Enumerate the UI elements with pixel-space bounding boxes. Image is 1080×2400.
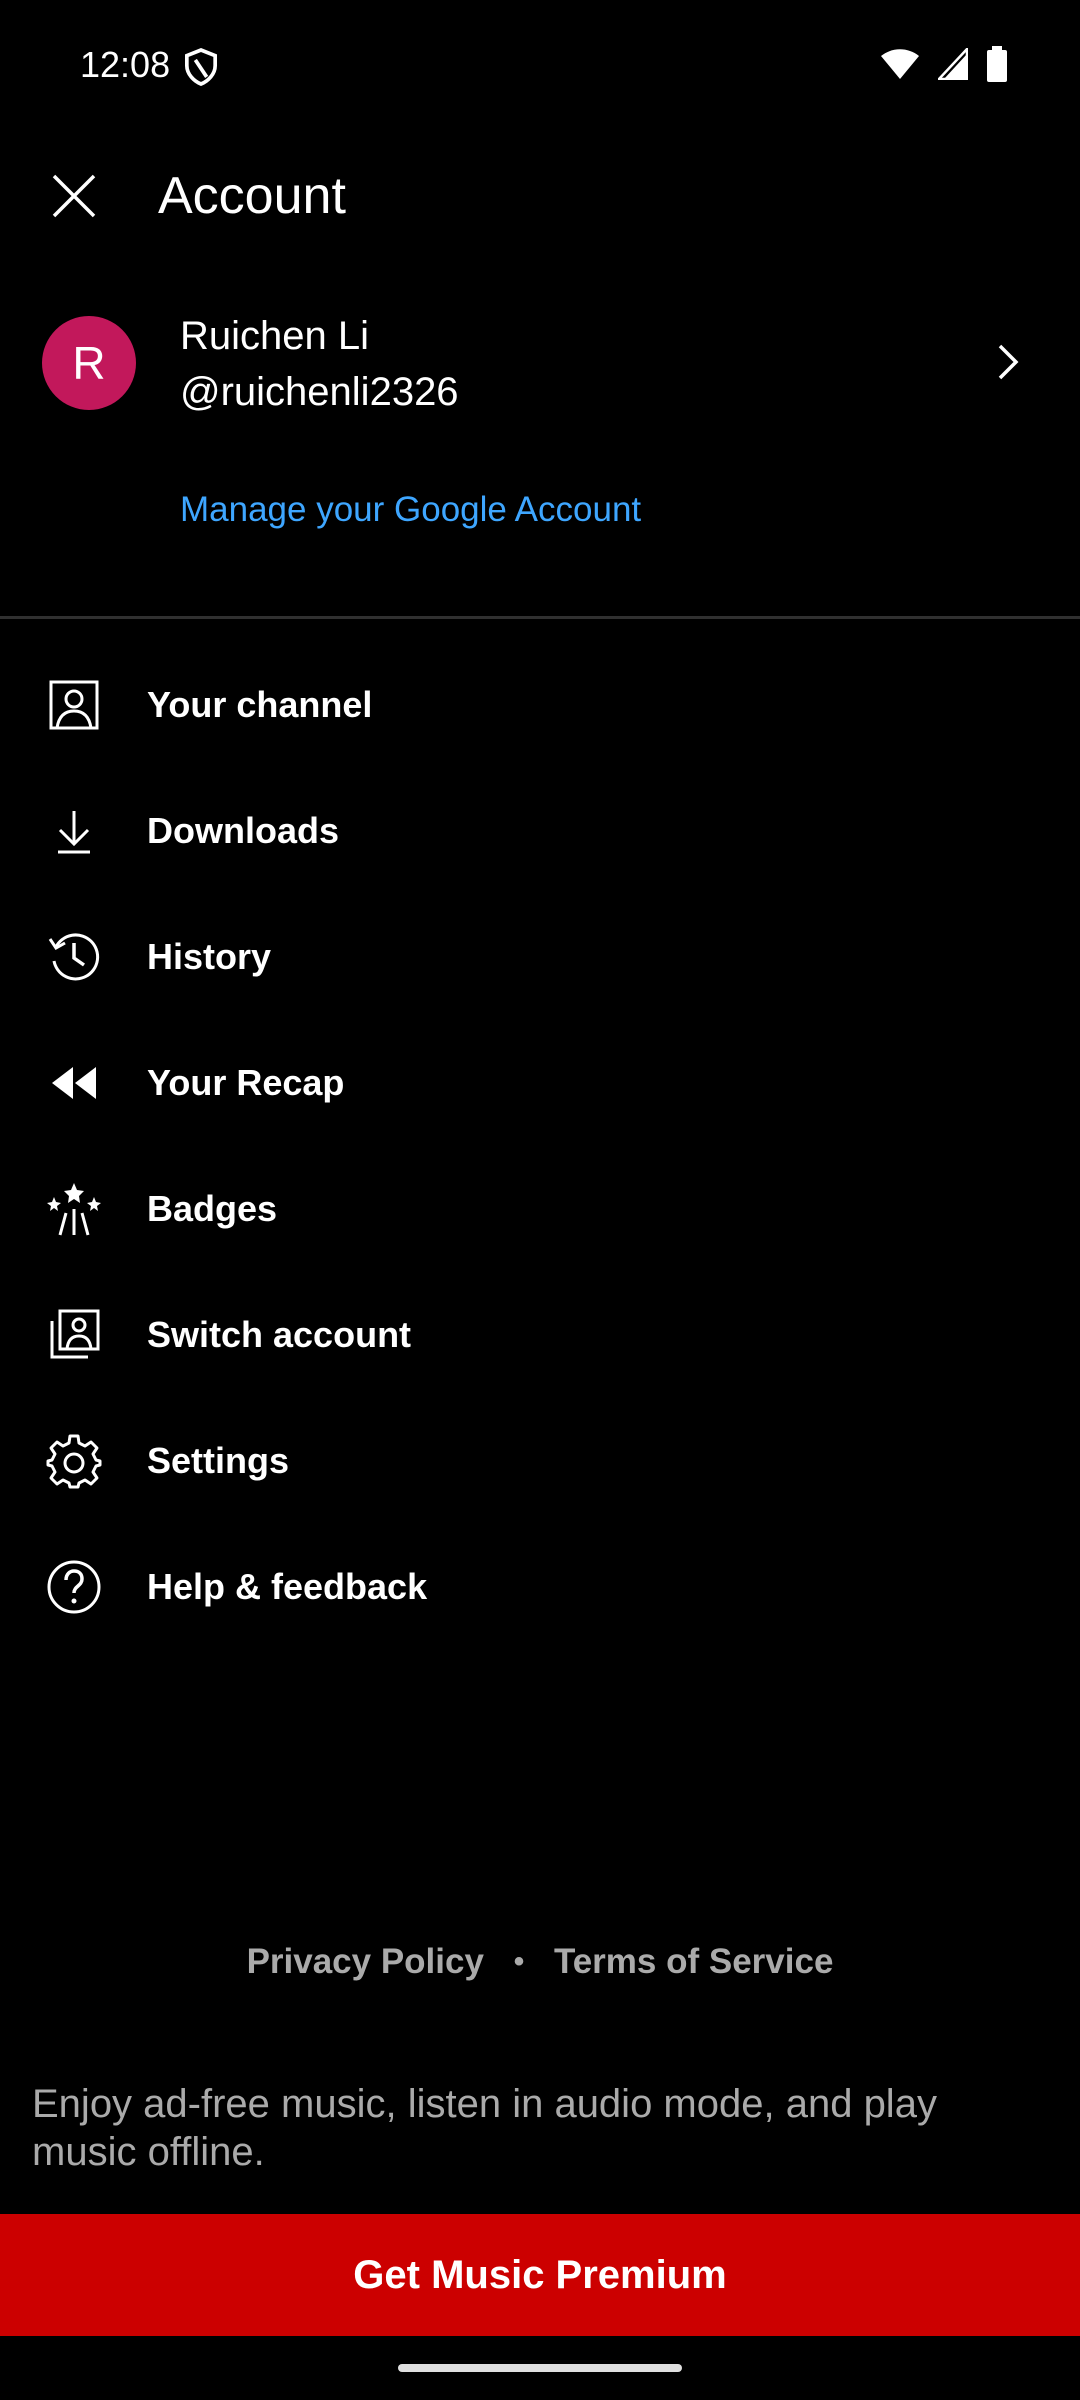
switch-account-icon — [44, 1305, 104, 1365]
terms-of-service-link[interactable]: Terms of Service — [554, 1938, 834, 1986]
premium-promo-text: Enjoy ad-free music, listen in audio mod… — [32, 2082, 937, 2174]
menu-item-settings[interactable]: Settings — [0, 1398, 1080, 1524]
menu-item-label: Help & feedback — [147, 1566, 428, 1607]
gear-icon — [44, 1431, 104, 1491]
account-menu: Your channel Downloads History Your Reca… — [0, 642, 1080, 1650]
divider — [0, 616, 1080, 619]
chevron-right-icon[interactable] — [990, 340, 1024, 384]
history-icon — [44, 927, 104, 987]
status-time: 12:08 — [80, 44, 171, 85]
footer-separator: • — [513, 1944, 525, 1978]
page-title: Account — [158, 167, 346, 225]
signal-icon — [938, 48, 968, 80]
profile-handle: @ruichenli2326 — [180, 370, 459, 414]
manage-google-account-link[interactable]: Manage your Google Account — [180, 486, 641, 534]
menu-item-label: Switch account — [147, 1314, 412, 1355]
close-button[interactable] — [44, 166, 104, 226]
privacy-policy-link[interactable]: Privacy Policy — [247, 1938, 484, 1986]
profile-row[interactable] — [0, 300, 1080, 430]
download-icon — [44, 801, 104, 861]
wifi-icon — [881, 49, 919, 79]
help-icon — [44, 1557, 104, 1617]
menu-item-label: Your Recap — [147, 1062, 345, 1103]
menu-item-badges[interactable]: Badges — [0, 1146, 1080, 1272]
person-icon — [44, 675, 104, 735]
profile-name: Ruichen Li — [180, 314, 370, 358]
menu-item-label: History — [147, 936, 272, 977]
shield-icon — [184, 48, 218, 86]
menu-item-label: Badges — [147, 1188, 278, 1229]
footer-links: Privacy Policy • Terms of Service — [0, 1936, 1080, 1986]
menu-item-history[interactable]: History — [0, 894, 1080, 1020]
menu-item-help-feedback[interactable]: Help & feedback — [0, 1524, 1080, 1650]
home-indicator[interactable] — [398, 2364, 682, 2372]
menu-item-label: Downloads — [147, 810, 340, 851]
close-icon — [52, 174, 96, 218]
status-icons — [880, 46, 1008, 82]
menu-item-downloads[interactable]: Downloads — [0, 768, 1080, 894]
battery-icon — [987, 46, 1007, 82]
menu-item-label: Your channel — [147, 684, 373, 725]
get-music-premium-button[interactable]: Get Music Premium — [0, 2214, 1080, 2336]
menu-item-your-recap[interactable]: Your Recap — [0, 1020, 1080, 1146]
menu-item-switch-account[interactable]: Switch account — [0, 1272, 1080, 1398]
menu-item-label: Settings — [147, 1440, 290, 1481]
badges-icon — [44, 1179, 104, 1239]
rewind-icon — [44, 1053, 104, 1113]
menu-item-your-channel[interactable]: Your channel — [0, 642, 1080, 768]
avatar[interactable]: R — [42, 316, 136, 410]
